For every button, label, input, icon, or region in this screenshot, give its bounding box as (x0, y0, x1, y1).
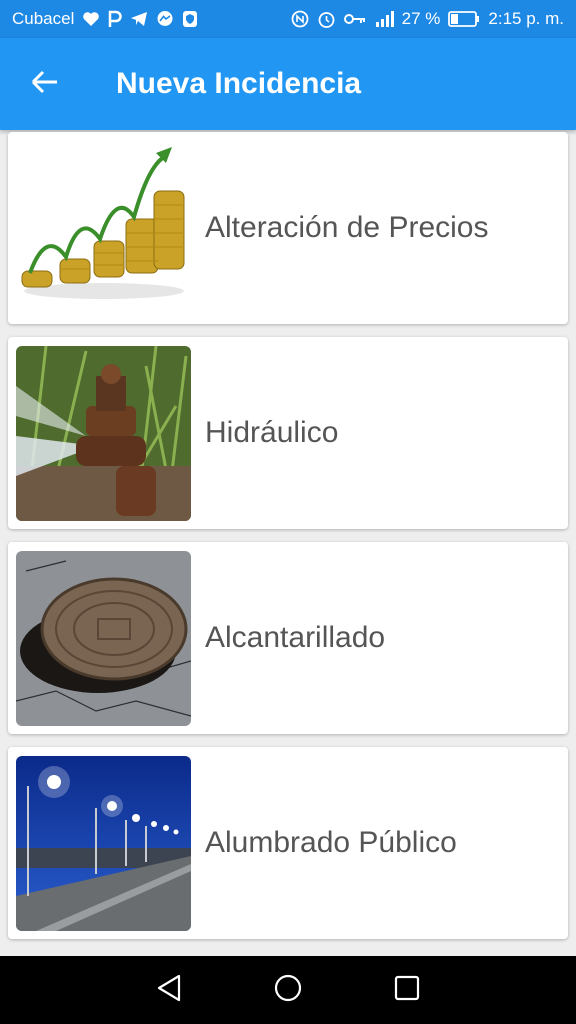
status-bar-right: 27 % 2:15 p. m. (291, 9, 564, 29)
messenger-icon (156, 10, 174, 28)
nav-home-button[interactable] (268, 970, 308, 1010)
recents-square-icon (394, 975, 420, 1006)
category-label: Alteración de Precios (205, 211, 489, 244)
shield-icon (182, 10, 198, 28)
status-bar: Cubacel 27 % 2:15 p. m. (0, 0, 576, 38)
alarm-icon (317, 10, 336, 29)
app-bar: Nueva Incidencia (0, 38, 576, 130)
heart-icon (82, 11, 100, 27)
battery-percent: 27 % (401, 9, 441, 28)
arrow-left-icon (31, 69, 59, 100)
category-card-alteracion-precios[interactable]: Alteración de Precios (8, 132, 568, 324)
signal-icon (374, 11, 394, 27)
category-label: Alcantarillado (205, 621, 386, 654)
category-label: Hidráulico (205, 416, 339, 449)
back-triangle-icon (156, 974, 182, 1007)
battery-icon (448, 11, 480, 27)
manhole-cover-image (16, 550, 191, 726)
telegram-icon (130, 11, 148, 27)
category-card-hidraulico[interactable]: Hidráulico (8, 337, 568, 529)
clock-time: 2:15 p. m. (488, 9, 564, 28)
incident-category-list: Alteración de Precios Hidráulico Alcanta… (8, 132, 568, 952)
carrier-label: Cubacel (12, 9, 75, 28)
nav-recents-button[interactable] (387, 970, 427, 1010)
nav-back-button[interactable] (149, 970, 189, 1010)
key-icon (343, 12, 366, 26)
status-bar-left: Cubacel (12, 9, 198, 29)
water-leak-image (16, 345, 191, 521)
p-icon (108, 10, 123, 28)
home-circle-icon (274, 974, 302, 1007)
street-lights-image (16, 755, 191, 931)
system-nav-bar (0, 956, 576, 1024)
category-card-alcantarillado[interactable]: Alcantarillado (8, 542, 568, 734)
category-label: Alumbrado Público (205, 826, 457, 859)
back-button[interactable] (0, 38, 90, 130)
page-title: Nueva Incidencia (116, 67, 362, 100)
category-card-alumbrado-publico[interactable]: Alumbrado Público (8, 747, 568, 939)
coins-growth-image (16, 140, 191, 316)
nfc-icon (291, 10, 309, 28)
